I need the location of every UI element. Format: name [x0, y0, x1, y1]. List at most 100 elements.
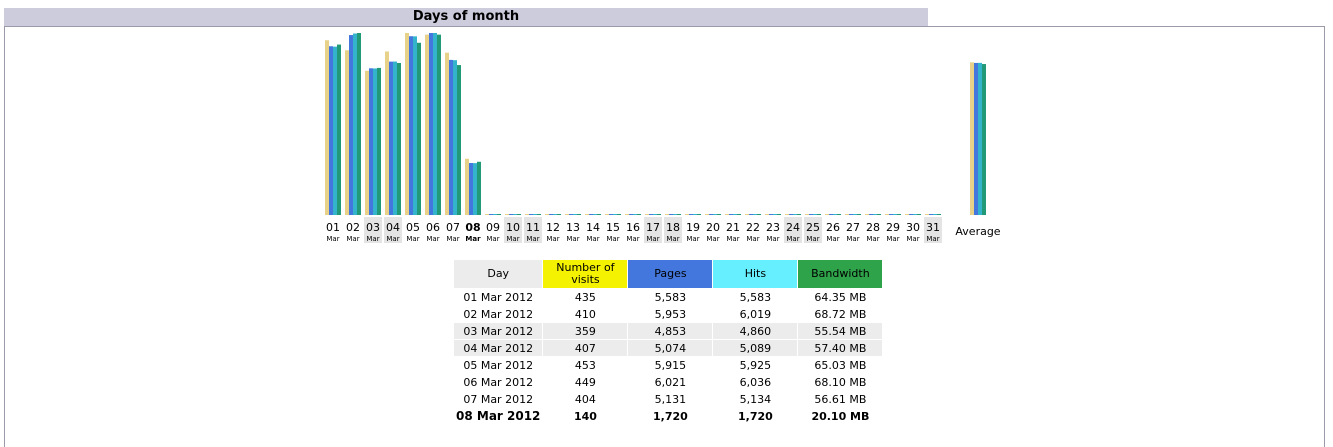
bar-pages-07	[449, 59, 453, 215]
cell-visits: 359	[543, 323, 628, 339]
bar-hits-average	[978, 62, 982, 216]
cell-pages: 4,853	[628, 323, 713, 339]
x-tick-month-15: Mar	[606, 235, 619, 243]
bar-hits-15	[613, 214, 617, 215]
x-tick-day-16: 16	[626, 221, 640, 234]
bar-pages-12	[549, 214, 553, 215]
x-tick-month-10: Mar	[506, 235, 519, 243]
cell-bandwidth: 64.35 MB	[814, 290, 867, 304]
cell-visits: 435	[574, 290, 596, 304]
bar-bandwidth-09	[497, 214, 501, 215]
x-tick-month-23: Mar	[766, 235, 779, 243]
bar-visits-07	[445, 52, 449, 215]
x-tick-day-08: 08	[465, 221, 480, 234]
bar-visits-06	[425, 34, 429, 216]
bar-hits-11	[533, 214, 537, 215]
x-tick-day-29: 29	[886, 221, 900, 234]
bar-bandwidth-07	[457, 65, 461, 215]
x-tick-day-26: 26	[826, 221, 840, 234]
x-tick-day-18: 18	[666, 221, 680, 234]
x-tick-day-23: 23	[766, 221, 780, 234]
bar-pages-16	[629, 214, 633, 215]
bar-hits-08	[473, 163, 477, 215]
bar-bandwidth-18	[677, 214, 681, 215]
x-tick-day-30: 30	[906, 221, 920, 234]
bar-visits-29	[885, 214, 889, 215]
cell-hits: 5,134	[739, 392, 772, 406]
cell-pages: 5,131	[654, 392, 687, 406]
bar-hits-25	[813, 214, 817, 215]
x-tick-month-12: Mar	[546, 235, 559, 243]
bar-bandwidth-06	[437, 34, 441, 215]
x-tick-day-07: 07	[446, 221, 460, 234]
bar-pages-01	[329, 46, 333, 216]
bar-hits-13	[573, 214, 577, 215]
header-pages: Pages	[628, 260, 713, 288]
bar-pages-26	[829, 214, 833, 215]
bar-hits-31	[933, 214, 937, 215]
bar-pages-27	[849, 214, 853, 215]
x-tick-month-31: Mar	[926, 235, 939, 243]
bar-visits-22	[745, 214, 749, 215]
bar-bandwidth-21	[737, 214, 741, 215]
bar-pages-19	[689, 214, 693, 215]
bar-bandwidth-23	[777, 214, 781, 215]
bar-bandwidth-30	[917, 214, 921, 215]
x-tick-day-04: 04	[386, 221, 400, 234]
table-row: 07 Mar 2012 404 5,131 5,134 56.61 MB	[454, 391, 882, 407]
x-tick-day-27: 27	[846, 221, 860, 234]
bar-hits-22	[753, 214, 757, 215]
x-tick-day-17: 17	[646, 221, 660, 234]
bar-pages-14	[589, 214, 593, 215]
header-visits-line2: visits	[571, 273, 600, 286]
bar-bandwidth-22	[757, 214, 761, 215]
bar-hits-14	[593, 214, 597, 215]
bar-bandwidth-16	[637, 214, 641, 215]
x-tick-month-27: Mar	[846, 235, 859, 243]
daily-stats-table: Day Number of visits Pages Hits Bandwidth…	[453, 259, 883, 425]
x-tick-day-06: 06	[426, 221, 440, 234]
bar-hits-20	[713, 214, 717, 215]
bar-bandwidth-08	[477, 161, 481, 215]
x-tick-month-01: Mar	[326, 235, 339, 243]
bar-visits-15	[605, 214, 609, 215]
bar-pages-21	[729, 214, 733, 215]
bar-hits-17	[653, 214, 657, 215]
table-row-today: 08 Mar 2012 140 1,720 1,720 20.10 MB	[454, 408, 882, 424]
cell-pages: 5,074	[628, 340, 713, 356]
x-tick-month-07: Mar	[446, 235, 459, 243]
x-tick-month-08: Mar	[465, 235, 481, 243]
bar-pages-04	[389, 61, 393, 216]
bar-pages-31	[929, 214, 933, 215]
bar-bandwidth-29	[897, 214, 901, 215]
table-row: 04 Mar 2012 407 5,074 5,089 57.40 MB	[454, 340, 883, 356]
cell-pages: 5,583	[654, 290, 687, 304]
table-row: 03 Mar 2012 359 4,853 4,860 55.54 MB	[454, 323, 883, 339]
bar-hits-09	[493, 214, 497, 215]
bar-hits-16	[633, 214, 637, 215]
x-tick-day-22: 22	[746, 221, 760, 234]
bar-bandwidth-12	[557, 214, 561, 215]
x-tick-month-09: Mar	[486, 235, 499, 243]
x-tick-day-21: 21	[726, 221, 740, 234]
bar-visits-30	[905, 214, 909, 215]
bar-hits-01	[333, 46, 337, 216]
bar-pages-20	[709, 214, 713, 215]
table-row: 02 Mar 2012 410 5,953 6,019 68.72 MB	[454, 306, 882, 322]
bar-visits-12	[545, 214, 549, 215]
header-day: Day	[454, 260, 543, 288]
header-hits: Hits	[713, 260, 798, 288]
cell-bandwidth: 56.61 MB	[814, 392, 867, 406]
bar-hits-05	[413, 36, 417, 215]
table-row: 01 Mar 2012 435 5,583 5,583 64.35 MB	[454, 289, 882, 305]
bar-visits-25	[805, 214, 809, 215]
x-tick-day-01: 01	[326, 221, 340, 234]
x-tick-month-05: Mar	[406, 235, 419, 243]
cell-hits: 5,089	[713, 340, 798, 356]
bar-bandwidth-15	[617, 214, 621, 215]
cell-hits: 5,583	[739, 290, 772, 304]
x-tick-day-05: 05	[406, 221, 420, 234]
bar-bandwidth-26	[837, 214, 841, 215]
bar-bandwidth-27	[857, 214, 861, 215]
bar-hits-29	[893, 214, 897, 215]
